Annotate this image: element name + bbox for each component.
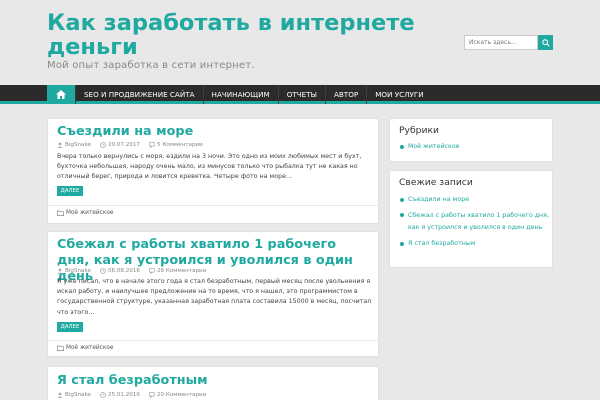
site-header: Как заработать в интернете деньги Мой оп… [0, 0, 600, 85]
post-category[interactable]: Моё житейское [66, 210, 113, 216]
post-author[interactable]: BigSnake [65, 392, 91, 398]
nav-item-author[interactable]: АВТОР [324, 85, 366, 104]
nav-item-seo[interactable]: SEO И ПРОДВИЖЕНИЕ САЙТА [75, 85, 203, 104]
comment-icon [149, 392, 155, 398]
read-more-button[interactable]: ДАЛЕЕ [57, 186, 83, 196]
widget-title: Свежие записи [399, 177, 473, 188]
nav-item-reports[interactable]: ОТЧЕТЫ [277, 85, 325, 104]
post-date: 29.07.2017 [107, 142, 140, 148]
post-card: Я стал безработным BigSnake 25.01.2016 2… [47, 366, 379, 400]
list-item[interactable]: Моё житейское [399, 142, 549, 153]
clock-icon [100, 268, 106, 274]
nav-home-button[interactable] [47, 85, 75, 104]
post-date: 25.01.2016 [107, 392, 140, 398]
widget-list: Моё житейское [399, 142, 549, 153]
home-icon [56, 90, 66, 99]
post-category-bar: Моё житейское [48, 205, 380, 221]
widget-link[interactable]: Моё житейское [408, 143, 460, 150]
post-date: 06.08.2016 [107, 268, 140, 274]
user-icon [57, 392, 63, 398]
nav-item-beginners[interactable]: НАЧИНАЮЩИМ [202, 85, 278, 104]
widget-list: Съездили на море Сбежал с работы хватило… [399, 195, 549, 249]
site-title[interactable]: Как заработать в интернете деньги [47, 11, 427, 59]
search-input[interactable] [464, 35, 538, 50]
clock-icon [100, 392, 106, 398]
bullet-icon [400, 145, 404, 149]
bullet-icon [400, 241, 404, 246]
post-title[interactable]: Съездили на море [57, 124, 372, 140]
nav-item-services[interactable]: МОИ УСЛУГИ [366, 85, 431, 104]
post-category-bar: Моё житейское [48, 340, 380, 356]
post-meta: BigSnake 06.08.2016 28 Комментарии [57, 268, 206, 274]
search-button[interactable] [538, 35, 553, 50]
widget-link[interactable]: Съездили на море [408, 196, 469, 203]
post-meta: BigSnake 25.01.2016 20 Комментарии [57, 392, 206, 398]
bullet-icon [400, 198, 404, 202]
post-card: Сбежал с работы хватило 1 рабочего дня, … [47, 231, 380, 357]
folder-icon [57, 210, 64, 216]
user-icon [57, 142, 63, 148]
read-more-button[interactable]: ДАЛЕЕ [57, 322, 83, 332]
widget-link[interactable]: Я стал безработным [408, 240, 476, 247]
post-category[interactable]: Моё житейское [66, 345, 113, 351]
post-card: Съездили на море BigSnake 29.07.2017 5 К… [47, 118, 380, 224]
widget-categories: Рубрики Моё житейское [389, 118, 553, 162]
site-description: Мой опыт заработка в сети интернет. [47, 60, 255, 71]
post-author[interactable]: BigSnake [65, 142, 91, 148]
comment-icon [149, 142, 155, 148]
search-form [464, 35, 553, 50]
search-icon [541, 38, 550, 47]
main-nav: SEO И ПРОДВИЖЕНИЕ САЙТА НАЧИНАЮЩИМ ОТЧЕТ… [0, 85, 600, 104]
list-item[interactable]: Я стал безработным [399, 239, 549, 250]
post-comments[interactable]: 20 Комментарии [157, 392, 206, 398]
post-excerpt: Вчера только вернулись с моря, ездили на… [57, 153, 362, 181]
post-comments[interactable]: 5 Комментарии [157, 142, 203, 148]
widget-recent-posts: Свежие записи Съездили на море Сбежал с … [389, 170, 553, 268]
user-icon [57, 268, 63, 274]
list-item[interactable]: Сбежал с работы хватило 1 рабочего дня, … [399, 210, 549, 235]
comment-icon [149, 268, 155, 274]
list-item[interactable]: Съездили на море [399, 195, 549, 206]
post-title[interactable]: Я стал безработным [57, 373, 372, 389]
folder-icon [57, 345, 64, 351]
clock-icon [100, 142, 106, 148]
widget-title: Рубрики [399, 125, 439, 136]
post-comments[interactable]: 28 Комментарии [157, 268, 206, 274]
post-excerpt: Я уже писал, что в начале этого года я с… [57, 278, 372, 316]
post-meta: BigSnake 29.07.2017 5 Комментарии [57, 142, 203, 148]
bullet-icon [400, 212, 404, 217]
post-author[interactable]: BigSnake [65, 268, 91, 274]
widget-link[interactable]: Сбежал с работы хватило 1 рабочего дня, … [408, 212, 549, 232]
